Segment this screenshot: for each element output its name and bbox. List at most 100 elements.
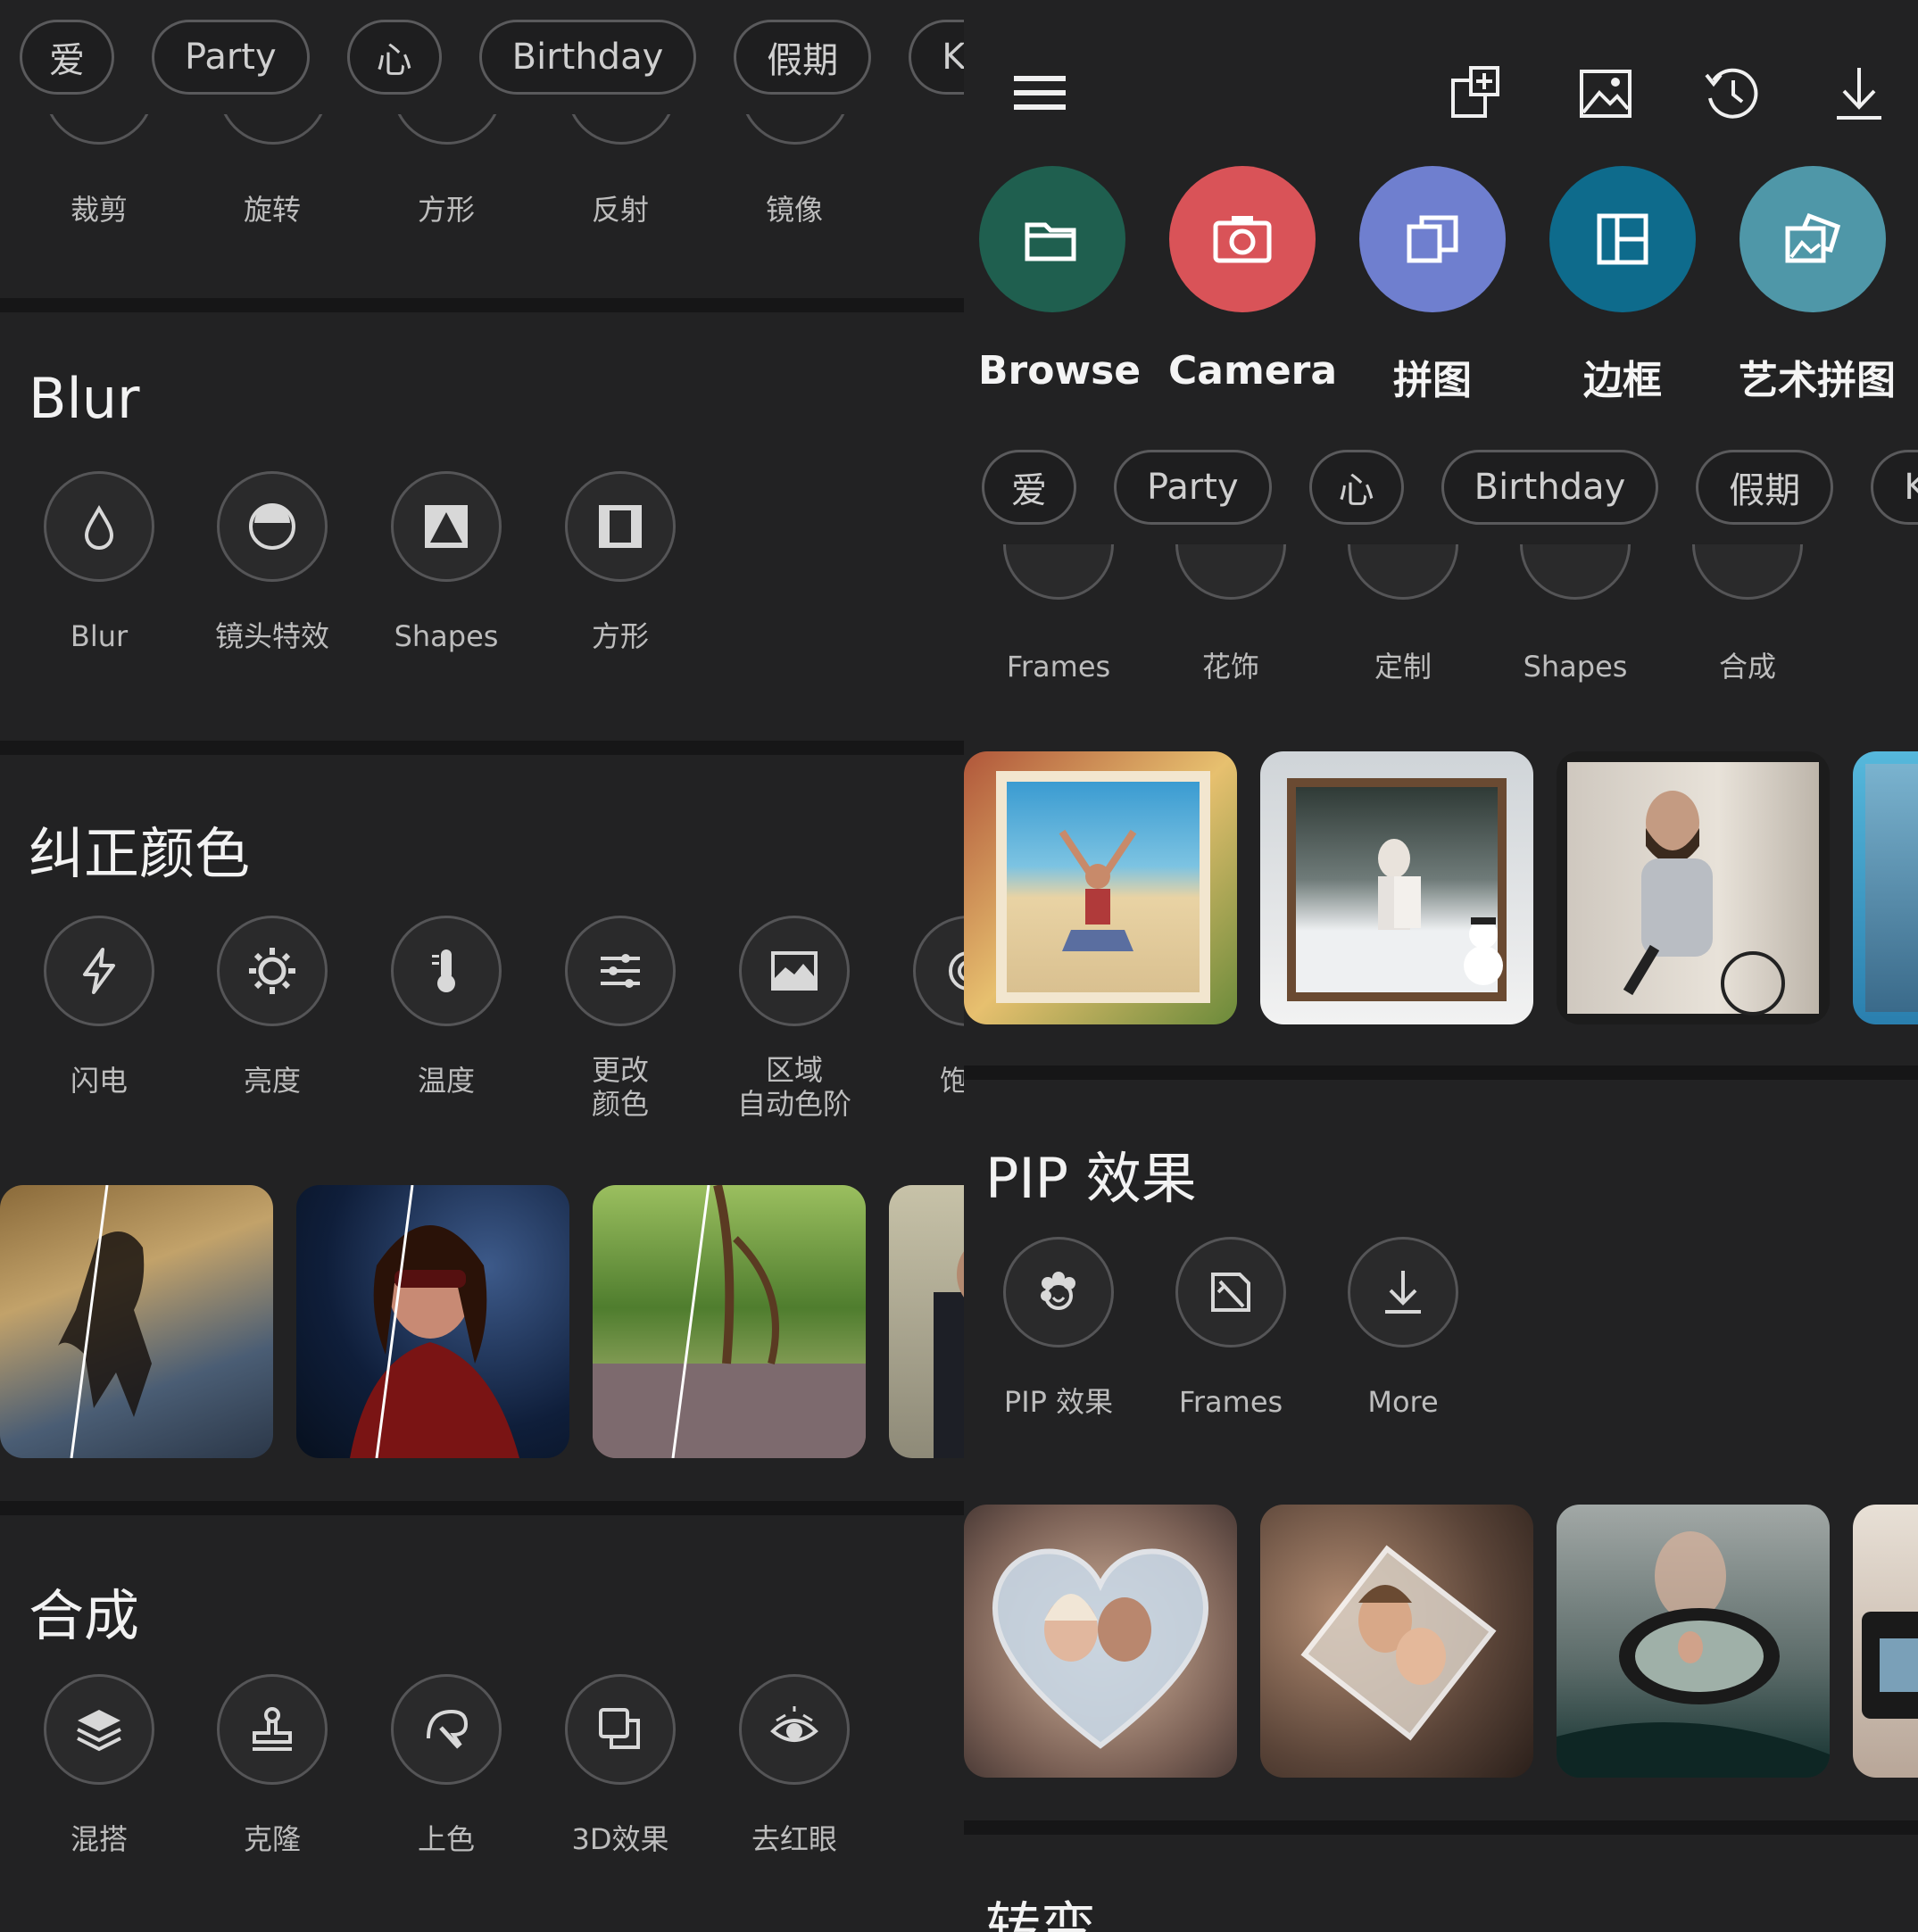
tool-label: 去红眼 xyxy=(751,1822,837,1856)
tool-change-color[interactable]: 更改 颜色 xyxy=(544,916,696,1121)
new-canvas-icon[interactable] xyxy=(1446,62,1508,125)
preview-thumb[interactable] xyxy=(964,751,1237,1024)
tool-label: 花饰 xyxy=(1201,650,1259,684)
preview-thumb[interactable] xyxy=(1557,1505,1830,1778)
pip-flower-icon xyxy=(1003,1237,1114,1347)
section-title-pip: PIP 效果 xyxy=(985,1146,1197,1211)
section-title-blur: Blur xyxy=(29,366,140,431)
tool-ornament[interactable]: 花饰 xyxy=(1155,650,1307,684)
section-title-transform: 转变 xyxy=(985,1895,1097,1932)
tool-label: Blur xyxy=(70,619,129,653)
tool-pip-frames[interactable]: Frames xyxy=(1155,1237,1307,1419)
menu-icon[interactable] xyxy=(1009,62,1071,125)
frame-preview-row xyxy=(964,751,1918,1024)
tool-more[interactable]: More xyxy=(1327,1237,1479,1419)
right-screen: Browse Camera 拼图 边框 艺术拼图 爱 Party 心 Birth… xyxy=(964,0,1918,1932)
tag-chip[interactable]: 假期 xyxy=(734,20,872,95)
tag-chip[interactable]: 假期 xyxy=(1696,450,1834,525)
tool-label: 镜像 xyxy=(765,193,823,227)
gallery-icon[interactable] xyxy=(1574,62,1637,125)
section-divider xyxy=(0,741,964,755)
frame-layout-icon xyxy=(1549,166,1696,312)
tool-colorize[interactable]: 上色 xyxy=(370,1674,522,1856)
tag-chip[interactable]: Birthday xyxy=(1441,450,1659,525)
scrolled-icons-peek xyxy=(0,114,964,146)
columns-icon xyxy=(565,471,676,582)
history-icon[interactable] xyxy=(1701,62,1764,125)
tool-brightness[interactable]: 亮度 xyxy=(196,916,348,1098)
action-label: 边框 xyxy=(1583,358,1662,403)
tool-frames[interactable]: Frames xyxy=(983,650,1134,684)
tool-label: 亮度 xyxy=(243,1064,301,1098)
pip-tools-row: PIP 效果 Frames More xyxy=(964,1237,1918,1469)
tag-chip[interactable]: Kic xyxy=(1871,450,1918,525)
tool-label: 旋转 xyxy=(243,193,301,227)
tool-mix[interactable]: 混搭 xyxy=(23,1674,175,1856)
tag-chip[interactable]: Party xyxy=(1114,450,1272,525)
sliders-icon xyxy=(565,916,676,1026)
folder-icon xyxy=(979,166,1125,312)
tool-label: 区域 自动色阶 xyxy=(736,1053,851,1121)
preview-thumb[interactable] xyxy=(964,1505,1237,1778)
tool-label: 反射 xyxy=(591,193,649,227)
tag-chip[interactable]: Party xyxy=(152,20,310,95)
layers-icon xyxy=(44,1674,154,1785)
tool-label: 3D效果 xyxy=(571,1822,669,1856)
camera-button[interactable]: Camera xyxy=(1168,166,1337,394)
tag-chip[interactable]: Birthday xyxy=(478,20,697,95)
preview-thumb[interactable] xyxy=(593,1185,866,1458)
tool-saturation[interactable]: 饱和 xyxy=(893,916,964,1098)
tool-label: Shapes xyxy=(1523,650,1628,684)
frame-button[interactable]: 边框 xyxy=(1549,166,1697,405)
tool-red-eye[interactable]: 去红眼 xyxy=(718,1674,870,1856)
preview-thumb[interactable] xyxy=(1260,751,1533,1024)
section-divider xyxy=(0,298,964,312)
tool-square-blur[interactable]: 方形 xyxy=(544,471,696,653)
art-collage-button[interactable]: 艺术拼图 xyxy=(1739,166,1896,405)
tool-lightning[interactable]: 闪电 xyxy=(23,916,175,1098)
section-divider xyxy=(964,1066,1918,1080)
action-label: 拼图 xyxy=(1393,358,1472,403)
tool-lens-effect[interactable]: 镜头特效 xyxy=(196,471,348,653)
lens-icon xyxy=(217,471,328,582)
color-preview-row xyxy=(0,1185,964,1458)
tool-label: PIP 效果 xyxy=(1003,1385,1114,1419)
preview-thumb[interactable] xyxy=(1853,751,1918,1024)
tool-shapes-frame[interactable]: Shapes xyxy=(1499,650,1651,684)
frame-tools-row: Frames 花饰 定制 Shapes 合成 xyxy=(964,650,1918,694)
tool-label: Frames xyxy=(1178,1385,1283,1419)
tool-clone[interactable]: 克隆 xyxy=(196,1674,348,1856)
tag-chip[interactable]: 心 xyxy=(346,20,442,95)
browse-button[interactable]: Browse xyxy=(978,166,1141,394)
tool-label: 方形 xyxy=(591,619,649,653)
tag-chip[interactable]: 爱 xyxy=(982,450,1076,525)
tool-3d-effect[interactable]: 3D效果 xyxy=(544,1674,696,1856)
preview-thumb[interactable] xyxy=(1853,1505,1918,1778)
3d-icon xyxy=(565,1674,676,1785)
tool-label: 镜头特效 xyxy=(214,619,329,653)
sun-icon xyxy=(217,916,328,1026)
collage-button[interactable]: 拼图 xyxy=(1358,166,1507,405)
tool-auto-levels[interactable]: 区域 自动色阶 xyxy=(718,916,870,1121)
tool-pip-effect[interactable]: PIP 效果 xyxy=(983,1237,1134,1419)
eye-icon xyxy=(739,1674,850,1785)
tool-blur[interactable]: Blur xyxy=(23,471,175,653)
app-toolbar xyxy=(964,0,1918,178)
tag-chip[interactable]: 心 xyxy=(1308,450,1404,525)
preview-thumb[interactable] xyxy=(889,1185,964,1458)
preview-thumb[interactable] xyxy=(296,1185,569,1458)
preview-thumb[interactable] xyxy=(0,1185,273,1458)
download-icon[interactable] xyxy=(1828,62,1890,125)
left-screen: 爱 Party 心 Birthday 假期 Kic 裁剪 旋转 方形 反射 镜像 xyxy=(0,0,964,1932)
tag-chip[interactable]: 爱 xyxy=(20,20,114,95)
brush-icon xyxy=(391,1674,502,1785)
tag-chip[interactable]: Kic xyxy=(909,20,964,95)
tool-compose-frame[interactable]: 合成 xyxy=(1672,650,1823,684)
preview-thumb[interactable] xyxy=(1260,1505,1533,1778)
drop-icon xyxy=(44,471,154,582)
tool-temperature[interactable]: 温度 xyxy=(370,916,522,1098)
download-more-icon xyxy=(1348,1237,1458,1347)
preview-thumb[interactable] xyxy=(1557,751,1830,1024)
tool-shapes[interactable]: Shapes xyxy=(370,471,522,653)
tool-custom[interactable]: 定制 xyxy=(1327,650,1479,684)
